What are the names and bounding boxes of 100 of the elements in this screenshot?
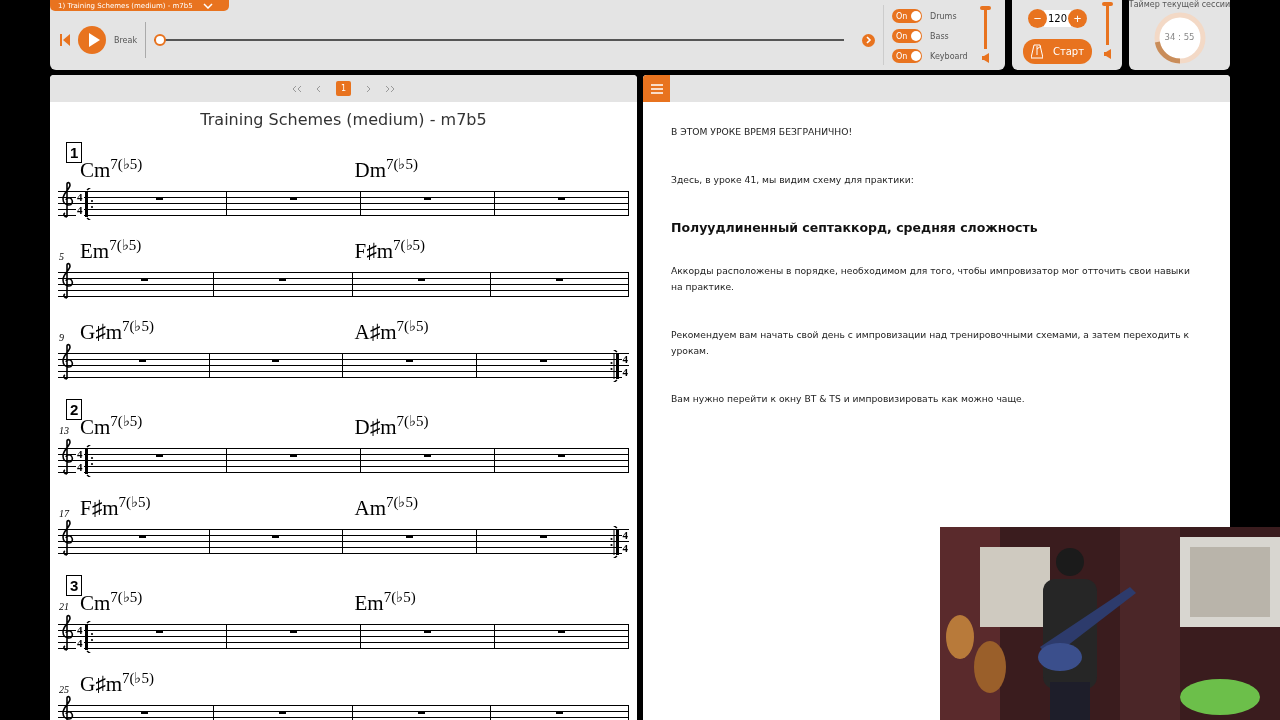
chord-symbol: G♯m$^{7(♭5)}$	[80, 320, 154, 344]
time-signature-top: 4	[76, 448, 84, 460]
treble-clef-icon	[60, 342, 74, 381]
page-number[interactable]: 1	[335, 81, 352, 96]
chord-symbol: A♯m$^{7(♭5)}$	[354, 320, 429, 344]
lesson-paragraph: В ЭТОМ УРОКЕ ВРЕМЯ БЕЗГРАНИЧНО!	[671, 125, 854, 139]
chord-symbol: Cm$^{7(♭5)}$	[80, 158, 143, 182]
instrument-label: Bass	[930, 31, 950, 41]
whole-rest-icon	[539, 359, 547, 362]
chevron-right-icon	[865, 36, 872, 44]
play-button[interactable]	[78, 26, 106, 54]
chord-symbol: Am$^{7(♭5)}$	[354, 496, 418, 520]
whole-rest-icon	[406, 535, 414, 538]
chord-symbol: Em$^{7(♭5)}$	[80, 239, 142, 263]
rehearsal-mark: 3	[66, 575, 83, 596]
timer-ring	[1153, 12, 1206, 64]
first-page-icon[interactable]	[291, 84, 302, 93]
time-signature-bottom: 4	[76, 461, 84, 473]
whole-rest-icon	[156, 630, 164, 633]
chord-symbol: Dm$^{7(♭5)}$	[354, 158, 418, 182]
whole-rest-icon	[272, 359, 280, 362]
whole-rest-icon	[290, 454, 298, 457]
whole-rest-icon	[539, 535, 547, 538]
toggle-switch[interactable]: On	[892, 9, 923, 23]
time-signature-bottom: 4	[621, 542, 629, 554]
bar-number: 9	[59, 332, 64, 343]
whole-rest-icon	[290, 630, 298, 633]
score-title: Training Schemes (medium) - m7b5	[199, 110, 488, 129]
bar-number: 17	[59, 508, 69, 519]
chord-symbol: Em$^{7(♭5)}$	[354, 591, 416, 615]
lesson-paragraph: Вам нужно перейти к окну BT & TS и импровизировать как можно чаще.	[671, 392, 1026, 406]
next-page-icon[interactable]	[365, 84, 372, 93]
chord-symbol: G♯m$^{7(♭5)}$	[80, 672, 154, 696]
speaker-icon	[1104, 49, 1112, 59]
skip-back-icon[interactable]	[60, 34, 70, 46]
chord-symbol: F♯m$^{7(♭5)}$	[354, 239, 425, 263]
rehearsal-mark: 1	[66, 142, 83, 163]
whole-rest-icon	[424, 454, 432, 457]
lesson-paragraph: Рекомендуем вам начать свой день с импровизации над тренировочными схемами, а затем переходить к урокам.	[671, 328, 1191, 358]
timer-value: 34 : 55	[1163, 32, 1196, 42]
whole-rest-icon	[156, 197, 164, 200]
menu-button[interactable]	[643, 75, 670, 102]
menu-icon	[650, 83, 663, 94]
instrument-label: Keyboard	[930, 51, 969, 61]
treble-clef-icon	[60, 180, 74, 219]
whole-rest-icon	[156, 454, 164, 457]
time-signature-bottom: 4	[76, 204, 84, 216]
treble-clef-icon	[60, 613, 74, 652]
toggle-switch[interactable]: On	[892, 49, 923, 63]
play-icon	[87, 33, 100, 47]
whole-rest-icon	[272, 535, 280, 538]
whole-rest-icon	[406, 359, 414, 362]
whole-rest-icon	[279, 711, 287, 714]
treble-clef-icon	[60, 437, 74, 476]
lesson-paragraph: Здесь, в уроке 41, мы видим схему для практики:	[671, 173, 915, 187]
whole-rest-icon	[558, 630, 566, 633]
lesson-heading: Полуудлиненный септаккорд, средняя сложность	[671, 220, 1039, 235]
whole-rest-icon	[424, 630, 432, 633]
increase-button[interactable]: +	[1068, 8, 1088, 28]
time-signature-bottom: 4	[621, 366, 629, 378]
break-label: Break	[114, 35, 138, 45]
chord-symbol: Cm$^{7(♭5)}$	[80, 591, 143, 615]
bar-number: 5	[59, 251, 64, 262]
whole-rest-icon	[558, 197, 566, 200]
whole-rest-icon	[424, 197, 432, 200]
time-signature-top: 4	[621, 353, 629, 365]
chord-symbol: Cm$^{7(♭5)}$	[80, 415, 143, 439]
last-page-icon[interactable]	[385, 84, 396, 93]
chord-symbol: D♯m$^{7(♭5)}$	[354, 415, 429, 439]
whole-rest-icon	[555, 711, 563, 714]
speaker-icon	[982, 53, 990, 63]
treble-clef-icon	[60, 261, 74, 300]
whole-rest-icon	[555, 278, 563, 281]
whole-rest-icon	[558, 454, 566, 457]
time-signature-bottom: 4	[76, 637, 84, 649]
whole-rest-icon	[141, 711, 149, 714]
decrease-button[interactable]: −	[1027, 8, 1047, 28]
lesson-paragraph: Аккорды расположены в порядке, необходимом для того, чтобы импровизатор мог отточить свои навыки на практике.	[671, 264, 1191, 294]
whole-rest-icon	[290, 197, 298, 200]
whole-rest-icon	[417, 278, 425, 281]
bar-number: 25	[59, 684, 69, 695]
start-button[interactable]: Старт	[1022, 38, 1093, 64]
whole-rest-icon	[141, 278, 149, 281]
rehearsal-mark: 2	[66, 399, 83, 420]
time-signature-top: 4	[621, 529, 629, 541]
whole-rest-icon	[279, 278, 287, 281]
instrument-label: Drums	[930, 11, 958, 21]
treble-clef-icon	[60, 518, 74, 557]
toggle-switch[interactable]: On	[892, 29, 923, 43]
chord-symbol: F♯m$^{7(♭5)}$	[80, 496, 151, 520]
previous-page-icon[interactable]	[315, 84, 322, 93]
metronome-icon	[1030, 43, 1043, 59]
caret-icon	[202, 2, 213, 9]
whole-rest-icon	[138, 535, 146, 538]
time-signature-top: 4	[76, 191, 84, 203]
next-button[interactable]	[862, 33, 876, 47]
bar-number: 13	[59, 425, 69, 436]
whole-rest-icon	[417, 711, 425, 714]
time-signature-top: 4	[76, 624, 84, 636]
whole-rest-icon	[138, 359, 146, 362]
